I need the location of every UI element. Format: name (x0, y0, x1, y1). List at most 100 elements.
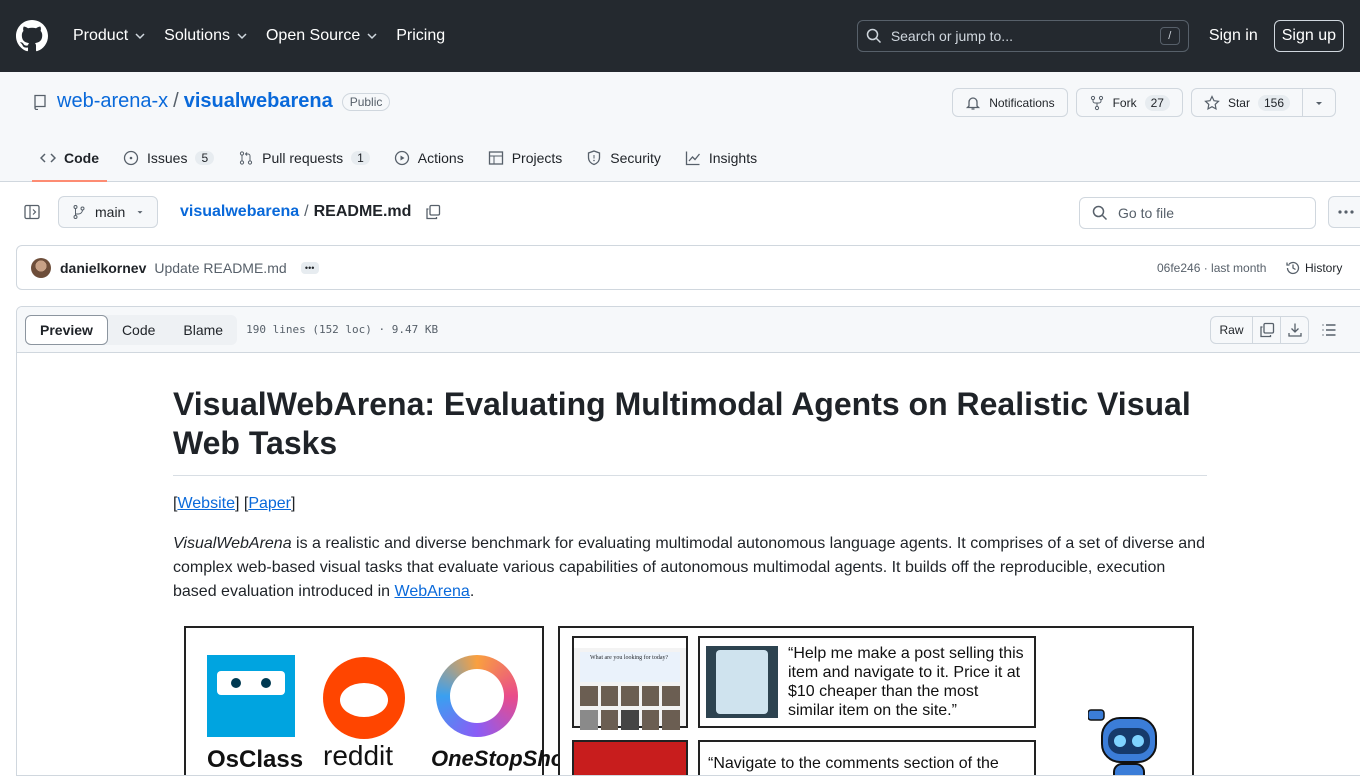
reddit-logo-icon (323, 657, 405, 739)
commit-hash-time[interactable]: 06fe246 · last month (1157, 261, 1266, 275)
fork-icon (1090, 95, 1103, 110)
overview-figure: OsClass reddit OneStopShop What are you … (173, 626, 1207, 775)
history-icon (1286, 261, 1300, 274)
copy-raw-button[interactable] (1253, 316, 1281, 344)
star-dropdown-button[interactable] (1303, 88, 1336, 117)
tab-projects[interactable]: Projects (480, 134, 571, 182)
issue-icon (123, 150, 139, 166)
nav-product[interactable]: Product (73, 27, 146, 45)
breadcrumb-file: README.md (313, 203, 412, 220)
pull-request-icon (240, 151, 253, 165)
file-viewer: Preview Code Blame 190 lines (152 loc) ·… (16, 306, 1360, 776)
classifieds-screenshot: What are you looking for today? (572, 636, 688, 730)
file-header: Preview Code Blame 190 lines (152 loc) ·… (17, 307, 1360, 353)
star-icon (1204, 94, 1220, 110)
tab-security[interactable]: Security (578, 134, 669, 182)
pull-requests-count: 1 (351, 151, 370, 165)
go-to-file-input[interactable]: Go to file (1079, 197, 1316, 229)
webarena-link[interactable]: WebArena (395, 583, 470, 600)
code-icon (40, 153, 56, 163)
branch-selector[interactable]: main (58, 196, 159, 228)
git-branch-icon (73, 205, 85, 219)
star-count: 156 (1257, 94, 1290, 111)
fork-count: 27 (1144, 94, 1170, 111)
breadcrumb-separator: / (304, 203, 309, 220)
download-button[interactable] (1281, 316, 1309, 344)
readme-links: [Website] [Paper] (173, 495, 296, 512)
history-link[interactable]: History (1285, 260, 1342, 276)
repo-owner-link[interactable]: web-arena-x (57, 90, 168, 113)
readme-content: VisualWebArena: Evaluating Multimodal Ag… (173, 385, 1207, 775)
nav-open-source[interactable]: Open Source (266, 27, 378, 45)
fork-button[interactable]: Fork 27 (1075, 88, 1183, 117)
reddit-label: reddit (323, 740, 394, 771)
triangle-down-icon (1316, 101, 1322, 105)
raw-button[interactable]: Raw (1210, 316, 1253, 344)
commit-author[interactable]: danielkornev (60, 260, 146, 276)
notifications-button[interactable]: Notifications (952, 88, 1068, 117)
code-tab[interactable]: Code (108, 315, 169, 345)
phone-image (706, 646, 778, 718)
github-logo-icon[interactable] (16, 20, 48, 52)
repo-icon (34, 94, 46, 110)
onestopshop-logo-icon (436, 655, 518, 737)
onestopshop-label: OneStopShop (431, 746, 578, 771)
tab-actions[interactable]: Actions (386, 134, 472, 182)
branch-name: main (95, 204, 126, 220)
repo-header: web-arena-x / visualwebarena Public Noti… (0, 72, 1360, 182)
nav-solutions[interactable]: Solutions (164, 27, 248, 45)
outline-list-icon[interactable] (1321, 322, 1337, 338)
repo-name-link[interactable]: visualwebarena (184, 90, 333, 113)
sidebar-expand-icon[interactable] (24, 204, 40, 220)
table-icon (488, 151, 503, 165)
search-input[interactable]: Search or jump to... / (856, 20, 1189, 52)
top-nav: Product Solutions Open Source Pricing (73, 27, 463, 45)
breadcrumb-repo-link[interactable]: visualwebarena (180, 203, 299, 221)
preview-tab[interactable]: Preview (25, 314, 108, 345)
search-placeholder: Search or jump to... (890, 28, 1013, 44)
bell-icon (966, 96, 981, 110)
tab-issues[interactable]: Issues 5 (115, 134, 222, 182)
sign-in-link[interactable]: Sign in (1209, 27, 1258, 45)
visibility-badge: Public (341, 92, 391, 111)
star-button[interactable]: Star 156 (1190, 88, 1303, 117)
robot-agent-icon (1088, 709, 1157, 775)
nav-pricing[interactable]: Pricing (396, 27, 445, 45)
tab-pull-requests[interactable]: Pull requests 1 (230, 134, 378, 182)
osclass-label: OsClass (207, 746, 304, 773)
repo-tabs: Code Issues 5 Pull requests 1 Actions Pr… (32, 134, 773, 182)
star-group: Star 156 (1190, 88, 1336, 117)
triangle-down-icon (137, 211, 143, 214)
issues-count: 5 (195, 151, 215, 165)
readme-intro: VisualWebArena is a realistic and divers… (173, 532, 1207, 604)
search-icon (866, 28, 881, 44)
search-shortcut-key: / (1159, 27, 1180, 45)
commit-expand-button[interactable]: ••• (300, 261, 319, 274)
sign-up-button[interactable]: Sign up (1273, 20, 1344, 52)
more-options-button[interactable] (1328, 196, 1360, 228)
chevron-down-icon (135, 33, 145, 40)
search-icon (1092, 205, 1108, 221)
global-header: Product Solutions Open Source Pricing Se… (0, 0, 1360, 72)
intro-emphasis: VisualWebArena (173, 535, 292, 552)
download-icon (1287, 323, 1302, 337)
play-circle-icon (394, 150, 409, 166)
intro-end: . (469, 583, 475, 600)
intro-text: is a realistic and diverse benchmark for… (173, 535, 1205, 600)
tab-insights[interactable]: Insights (677, 134, 765, 182)
shield-icon (588, 150, 601, 166)
copy-path-icon[interactable] (425, 204, 441, 220)
blame-tab[interactable]: Blame (169, 315, 237, 345)
screenshot-banner: What are you looking for today? (580, 652, 680, 682)
osclass-logo-icon (207, 655, 295, 737)
graph-icon (685, 151, 700, 166)
reddit-screenshot (572, 740, 688, 775)
tasks-panel: What are you looking for today? “Help me… (558, 626, 1194, 775)
file-info: 190 lines (152 loc) · 9.47 KB (246, 323, 439, 336)
commit-message[interactable]: Update README.md (154, 260, 286, 276)
tab-code[interactable]: Code (32, 134, 107, 182)
website-link[interactable]: Website (177, 495, 235, 512)
latest-commit: danielkornev Update README.md ••• 06fe24… (16, 245, 1360, 290)
paper-link[interactable]: Paper (248, 495, 291, 512)
avatar[interactable] (31, 257, 51, 278)
